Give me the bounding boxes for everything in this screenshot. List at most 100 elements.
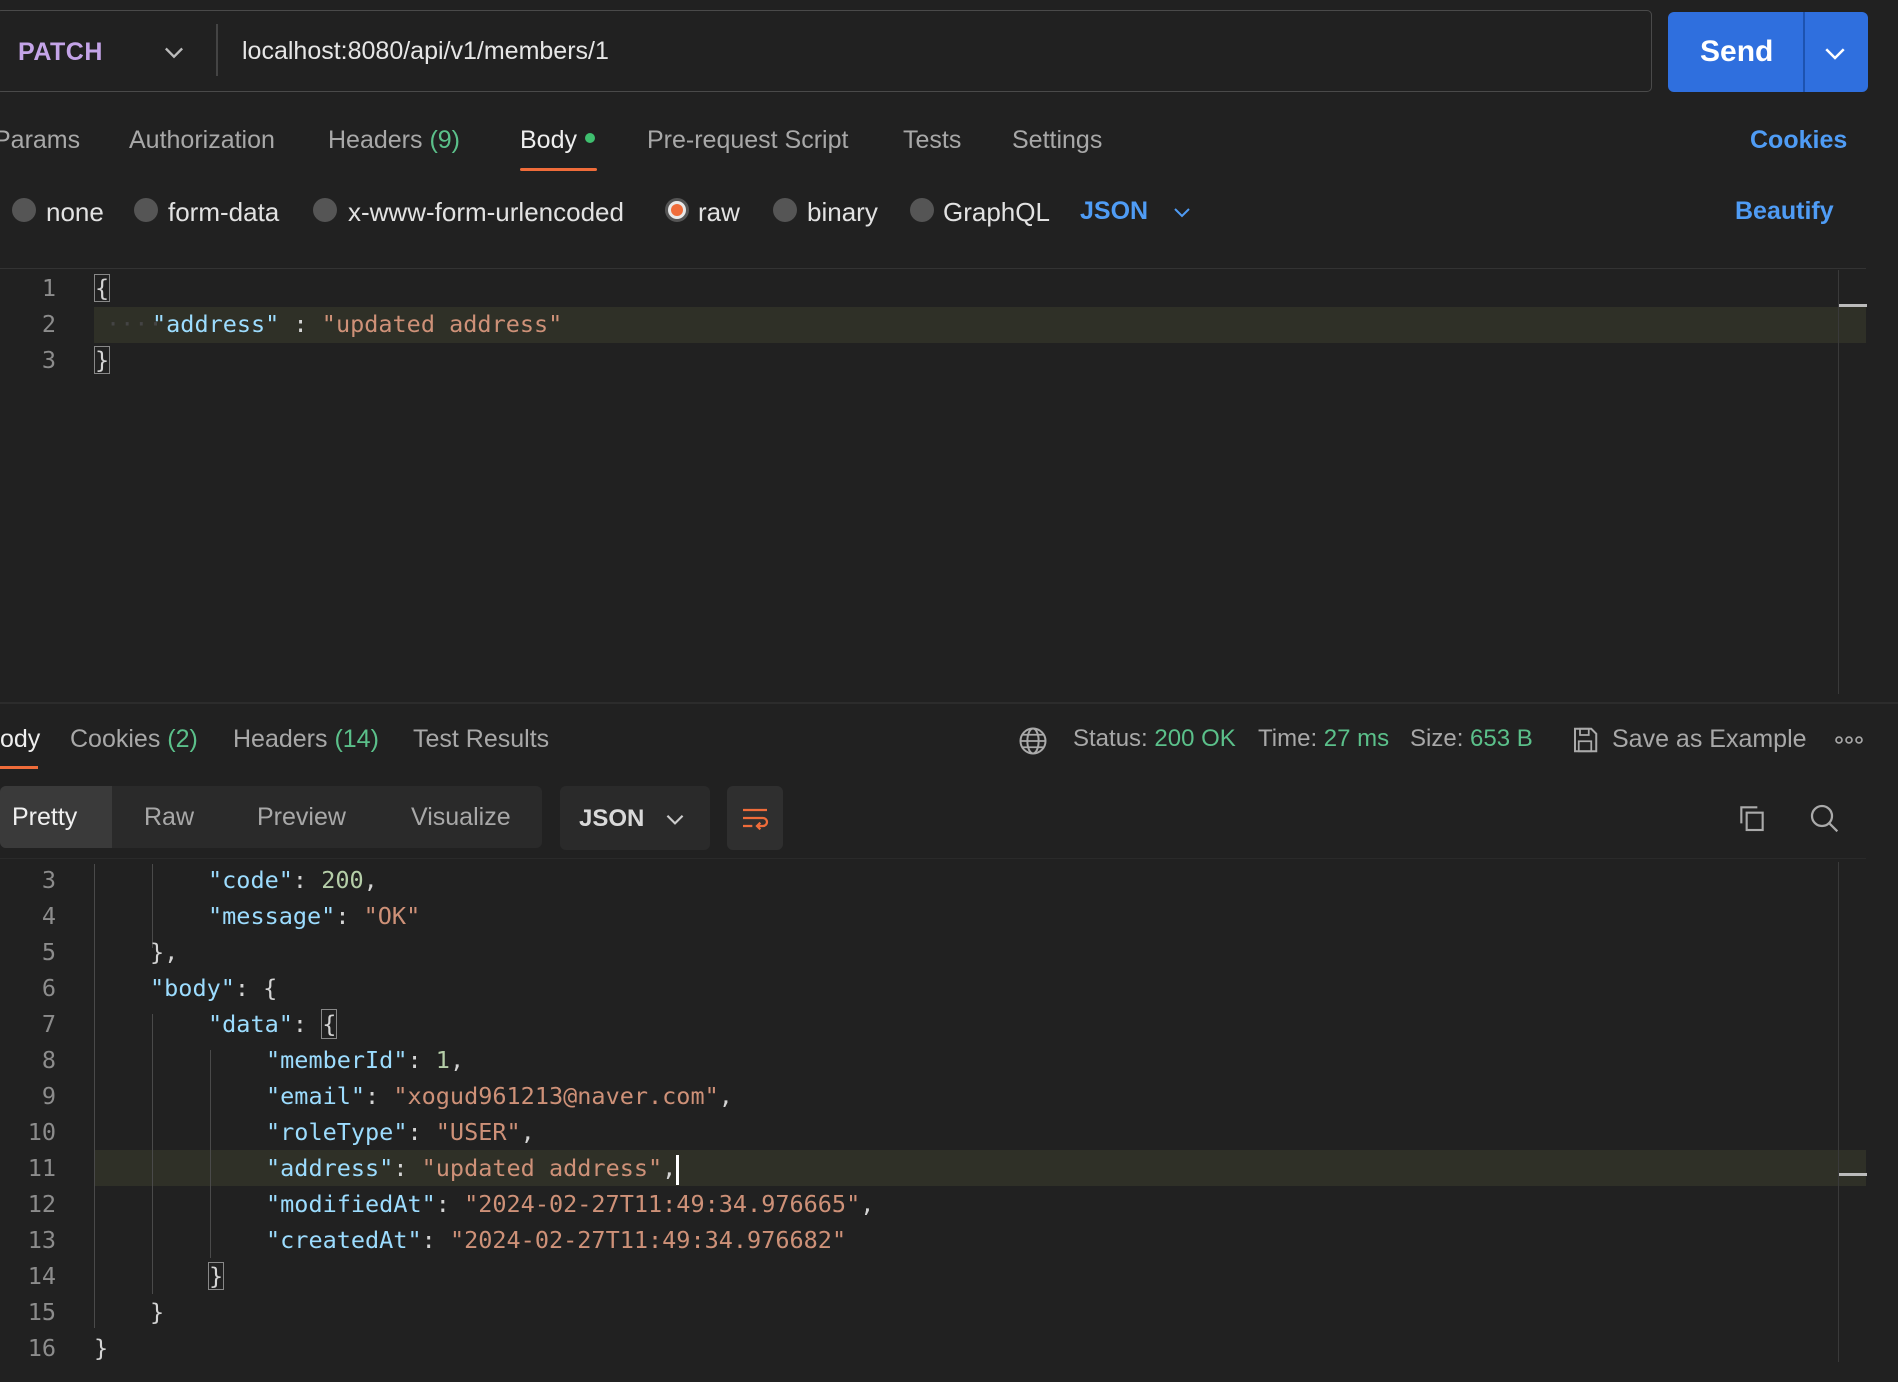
chevron-down-icon[interactable] (662, 806, 688, 832)
response-format-label[interactable]: JSON (579, 805, 644, 833)
response-tab-headers[interactable]: Headers (14) (233, 725, 379, 754)
indent-guide (94, 864, 95, 1328)
line-number: 4 (41, 902, 56, 930)
code-line: } (150, 1298, 165, 1326)
line-number: 12 (27, 1190, 56, 1218)
line-number: 10 (27, 1118, 56, 1146)
radio-form-data[interactable] (134, 198, 158, 222)
view-visualize[interactable]: Visualize (411, 786, 511, 848)
code-line: "modifiedAt": "2024-02-27T11:49:34.97666… (266, 1190, 875, 1218)
send-options-chevron-icon[interactable] (1820, 38, 1850, 68)
chevron-down-icon[interactable] (1170, 200, 1194, 224)
line-number: 15 (27, 1298, 56, 1326)
line-number: 5 (41, 938, 56, 966)
line-number: 7 (41, 1010, 56, 1038)
view-raw[interactable]: Raw (144, 786, 194, 848)
code-line: "data": { (208, 1009, 338, 1039)
response-editor-border (0, 858, 1866, 859)
method-select[interactable]: PATCH (18, 38, 103, 67)
chevron-down-icon[interactable] (160, 38, 188, 66)
radio-binary[interactable] (773, 198, 797, 222)
active-tab-indicator (520, 168, 597, 171)
headers-count: (9) (429, 126, 461, 154)
response-size[interactable]: Size: 653 B (1410, 725, 1533, 753)
line-number: 8 (41, 1046, 56, 1074)
indent-guide (152, 864, 153, 948)
code-line: "email": "xogud961213@naver.com", (266, 1082, 733, 1110)
tab-tests[interactable]: Tests (903, 126, 961, 155)
code-line: "body": { (150, 974, 278, 1002)
tab-authorization[interactable]: Authorization (129, 126, 275, 155)
body-format-select[interactable]: JSON (1080, 197, 1148, 226)
radio-label-form-data[interactable]: form-data (168, 197, 279, 228)
editor-scrollbar[interactable] (1838, 270, 1839, 694)
code-line: "message": "OK" (208, 902, 421, 930)
line-number: 1 (41, 274, 56, 302)
response-tab-test-results[interactable]: Test Results (413, 725, 549, 754)
indent-guide (210, 1050, 211, 1258)
active-response-tab-indicator (0, 766, 38, 769)
search-icon[interactable] (1808, 802, 1840, 834)
text-cursor (676, 1154, 680, 1185)
code-line: } (94, 1334, 109, 1362)
code-line: "roleType": "USER", (266, 1118, 535, 1146)
radio-label-none[interactable]: none (46, 197, 104, 228)
radio-label-binary[interactable]: binary (807, 197, 878, 228)
line-number: 9 (41, 1082, 56, 1110)
view-preview[interactable]: Preview (257, 786, 346, 848)
tab-params[interactable]: Params (0, 126, 80, 155)
scrollbar-marker (1839, 1173, 1867, 1176)
code-line: "code": 200, (208, 866, 378, 894)
line-number: 6 (41, 974, 56, 1002)
response-status[interactable]: Status: 200 OK (1073, 725, 1236, 753)
line-number: 3 (41, 866, 56, 894)
code-line: "createdAt": "2024-02-27T11:49:34.976682… (266, 1226, 847, 1254)
radio-graphql[interactable] (910, 198, 934, 222)
code-line: "address": "updated address", (266, 1154, 680, 1185)
line-number: 2 (41, 310, 56, 338)
request-body-line[interactable]: "address" : "updated address" (152, 310, 562, 338)
line-number: 11 (27, 1154, 56, 1182)
globe-icon[interactable] (1018, 726, 1048, 756)
modified-dot-icon (584, 133, 595, 144)
radio-label-x-www-form-urlencoded[interactable]: x-www-form-urlencoded (348, 197, 624, 228)
line-number: 16 (27, 1334, 56, 1362)
line-number: 3 (41, 346, 56, 374)
scrollbar-marker (1839, 304, 1867, 307)
response-scrollbar[interactable] (1838, 862, 1839, 1362)
editor-border (0, 268, 1866, 269)
brace: } (94, 346, 111, 374)
view-pretty[interactable]: Pretty (0, 786, 112, 848)
send-button-label[interactable]: Send (1700, 35, 1773, 69)
radio-raw[interactable] (665, 198, 689, 222)
send-divider (1803, 12, 1805, 92)
pane-divider[interactable] (0, 702, 1898, 704)
beautify-button[interactable]: Beautify (1735, 197, 1834, 226)
save-as-example-button[interactable]: Save as Example (1612, 725, 1807, 754)
tab-body[interactable]: Body (520, 126, 595, 155)
radio-x-www-form-urlencoded[interactable] (313, 198, 337, 222)
tab-headers[interactable]: Headers (9) (328, 126, 460, 155)
radio-label-raw[interactable]: raw (698, 197, 740, 228)
wrap-lines-icon[interactable] (739, 802, 771, 834)
tab-settings[interactable]: Settings (1012, 126, 1102, 155)
radio-none[interactable] (12, 198, 36, 222)
code-line: } (208, 1262, 225, 1290)
save-icon[interactable] (1570, 725, 1600, 755)
response-time[interactable]: Time: 27 ms (1258, 725, 1389, 753)
indent-guide (152, 1014, 153, 1294)
copy-icon[interactable] (1736, 802, 1768, 834)
response-tab-cookies[interactable]: Cookies (2) (70, 725, 198, 754)
line-number: 13 (27, 1226, 56, 1254)
code-line: }, (150, 938, 179, 966)
url-divider (216, 24, 218, 76)
response-tab-body[interactable]: ody (0, 725, 40, 754)
brace: { (94, 274, 111, 302)
line-number: 14 (27, 1262, 56, 1290)
url-input[interactable]: localhost:8080/api/v1/members/1 (242, 37, 609, 66)
radio-label-graphql[interactable]: GraphQL (943, 197, 1050, 228)
cookies-link[interactable]: Cookies (1750, 126, 1847, 155)
tab-pre-request-script[interactable]: Pre-request Script (647, 126, 848, 155)
more-options-icon[interactable] (1834, 730, 1864, 750)
code-line: "memberId": 1, (266, 1046, 465, 1074)
